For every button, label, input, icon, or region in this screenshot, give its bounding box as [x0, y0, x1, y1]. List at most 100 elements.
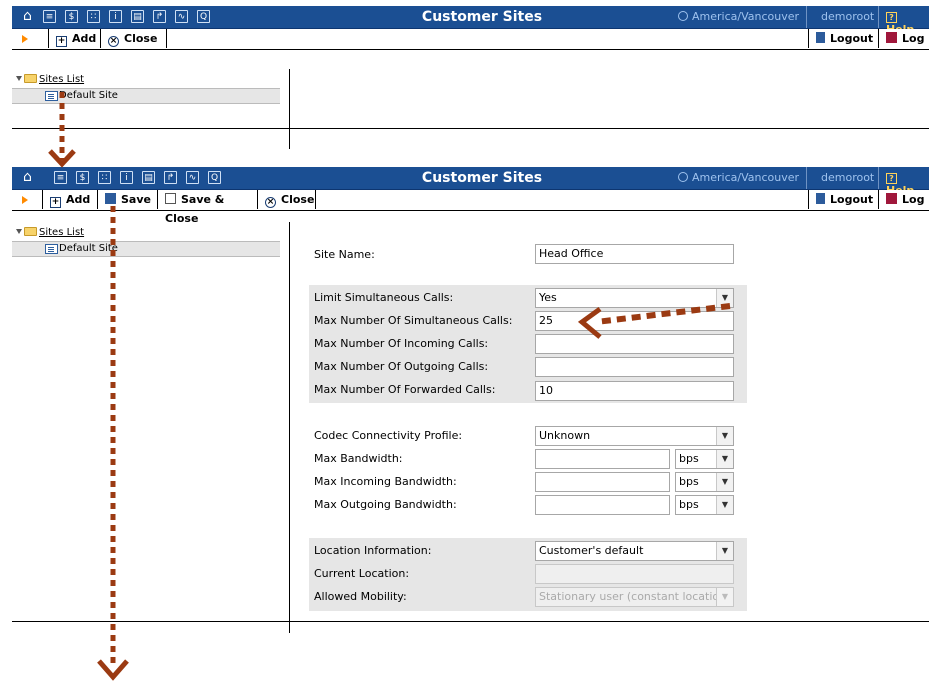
window-bottom-border [12, 128, 929, 129]
exit-icon[interactable]: ↱ [164, 171, 177, 184]
mobility-label: Allowed Mobility: [314, 590, 407, 603]
save-icon [105, 193, 116, 204]
add-button[interactable]: + Add [42, 190, 97, 209]
tree-item-default-site[interactable]: Default Site [12, 88, 280, 104]
log-icon [886, 32, 897, 43]
grid-icon[interactable]: ∷ [98, 171, 111, 184]
list-icon[interactable]: ≡ [43, 10, 56, 23]
help-icon: ? [886, 12, 897, 23]
user-link[interactable]: demoroot [821, 171, 874, 184]
max-out-bw-unit-select[interactable]: bps ▼ [675, 495, 734, 515]
dropdown-arrow-icon: ▼ [716, 588, 733, 606]
max-out-bw-unit: bps [679, 498, 699, 511]
dropdown-arrow-icon[interactable]: ▼ [716, 427, 733, 445]
bottom-window: ⌂ ≡ $ ∷ i ▤ ↱ ∿ Q Customer Sites America… [12, 167, 929, 633]
annotation-arrowhead-2 [97, 659, 129, 681]
close-button[interactable]: × Close [257, 190, 315, 209]
codec-label: Codec Connectivity Profile: [314, 429, 463, 442]
save-close-button[interactable]: Save & Close [157, 190, 257, 225]
timezone-link[interactable]: America/Vancouver [678, 10, 799, 23]
divider [878, 6, 879, 28]
site-name-label: Site Name: [314, 248, 375, 261]
location-select[interactable]: Customer's default ▼ [535, 541, 734, 561]
close-label: Close [124, 32, 158, 45]
max-out-bw-label: Max Outgoing Bandwidth: [314, 498, 457, 511]
max-incoming-input[interactable] [535, 334, 734, 354]
chart-icon[interactable]: ∿ [186, 171, 199, 184]
dropdown-arrow-icon[interactable]: ▼ [716, 496, 733, 514]
list-icon[interactable]: ≡ [54, 171, 67, 184]
add-button[interactable]: + Add [48, 29, 100, 48]
dropdown-arrow-icon[interactable]: ▼ [716, 450, 733, 468]
dollar-icon[interactable]: $ [76, 171, 89, 184]
logout-button[interactable]: Logout [808, 29, 878, 48]
save-close-icon [165, 193, 176, 204]
close-divider [166, 29, 167, 48]
columns-icon[interactable]: ▤ [131, 10, 144, 23]
limit-calls-select[interactable]: Yes ▼ [535, 288, 734, 308]
close-button[interactable]: × Close [100, 29, 166, 48]
pane-divider [289, 69, 290, 149]
add-label: Add [72, 32, 97, 45]
close-divider [315, 190, 316, 209]
timezone-label: America/Vancouver [692, 171, 800, 184]
page-title: Customer Sites [421, 170, 543, 186]
max-simul-input[interactable]: 25 [535, 311, 734, 331]
site-icon [45, 91, 58, 101]
home-icon[interactable]: ⌂ [21, 170, 34, 184]
max-outgoing-input[interactable] [535, 357, 734, 377]
search-icon[interactable]: Q [197, 10, 210, 23]
window-bottom-border [12, 621, 929, 622]
clock-icon [678, 172, 688, 182]
home-icon[interactable]: ⌂ [21, 9, 34, 23]
dropdown-arrow-icon[interactable]: ▼ [716, 542, 733, 560]
site-name-input[interactable]: Head Office [535, 244, 734, 264]
max-forwarded-input[interactable]: 10 [535, 381, 734, 401]
logout-icon [816, 32, 825, 43]
expand-icon[interactable] [16, 229, 22, 234]
limit-calls-value: Yes [539, 291, 557, 304]
tree-item-label: Default Site [59, 243, 118, 254]
log-button[interactable]: Log [878, 29, 929, 48]
log-label: Log [902, 32, 925, 45]
person-icon[interactable]: i [109, 10, 122, 23]
tree-root[interactable]: Sites List [16, 227, 84, 238]
codec-select[interactable]: Unknown ▼ [535, 426, 734, 446]
dropdown-arrow-icon[interactable]: ▼ [716, 289, 733, 307]
max-in-bw-unit-select[interactable]: bps ▼ [675, 472, 734, 492]
close-icon: × [265, 197, 276, 208]
dropdown-arrow-icon[interactable]: ▼ [716, 473, 733, 491]
timezone-link[interactable]: America/Vancouver [678, 171, 799, 184]
expand-icon[interactable] [16, 76, 22, 81]
tree-item-label: Default Site [59, 90, 118, 101]
max-bw-input[interactable] [535, 449, 670, 469]
log-label: Log [902, 193, 925, 206]
chart-icon[interactable]: ∿ [175, 10, 188, 23]
search-icon[interactable]: Q [208, 171, 221, 184]
grid-icon[interactable]: ∷ [87, 10, 100, 23]
log-button[interactable]: Log [878, 190, 929, 209]
max-in-bw-label: Max Incoming Bandwidth: [314, 475, 457, 488]
menu-arrow-icon[interactable] [22, 35, 28, 43]
max-out-bw-input[interactable] [535, 495, 670, 515]
tree-root-label: Sites List [39, 227, 85, 238]
person-icon[interactable]: i [120, 171, 133, 184]
save-button[interactable]: Save [97, 190, 157, 209]
exit-icon[interactable]: ↱ [153, 10, 166, 23]
max-bw-label: Max Bandwidth: [314, 452, 403, 465]
user-link[interactable]: demoroot [821, 10, 874, 23]
dollar-icon[interactable]: $ [65, 10, 78, 23]
tree-root[interactable]: Sites List [16, 74, 84, 85]
codec-value: Unknown [539, 429, 591, 442]
max-in-bw-input[interactable] [535, 472, 670, 492]
mobility-value: Stationary user (constant location) [539, 590, 731, 603]
columns-icon[interactable]: ▤ [142, 171, 155, 184]
menu-arrow-icon[interactable] [22, 196, 28, 204]
log-icon [886, 193, 897, 204]
current-location-input [535, 564, 734, 584]
max-outgoing-label: Max Number Of Outgoing Calls: [314, 360, 489, 373]
logout-button[interactable]: Logout [808, 190, 878, 209]
close-icon: × [108, 36, 119, 47]
tree-item-default-site[interactable]: Default Site [12, 241, 280, 257]
max-bw-unit-select[interactable]: bps ▼ [675, 449, 734, 469]
